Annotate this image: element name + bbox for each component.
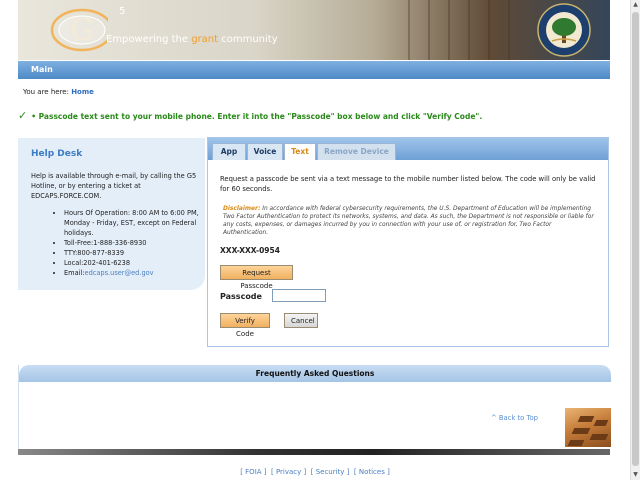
nav-bar: Main [18,61,610,79]
breadcrumb-prefix: You are here: [23,88,72,96]
tab-voice[interactable]: Voice [247,143,283,160]
footer-security-link[interactable]: Security [316,468,345,476]
faq-title: Frequently Asked Questions [255,369,375,378]
breadcrumb: You are here: Home [23,88,94,96]
footer-image-strip [18,449,610,455]
footer-notices-link[interactable]: Notices [359,468,385,476]
help-email-label: Email: [64,269,85,277]
status-text: • Passcode text sent to your mobile phon… [31,112,483,121]
passcode-label: Passcode [220,292,262,301]
disclaimer: Disclaimer: In accordance with federal c… [223,205,595,237]
help-tty: TTY:800-877-8339 [64,248,204,258]
faq-header[interactable]: Frequently Asked Questions [19,365,611,382]
footer-privacy-link[interactable]: Privacy [276,468,301,476]
tagline-accent: grant [191,34,219,45]
breadcrumb-home-link[interactable]: Home [71,88,94,96]
tab-bar: App Voice Text Remove Device [208,138,608,160]
verify-code-button[interactable]: Verify Code [220,313,270,338]
department-seal [537,3,591,57]
classroom-image [565,408,611,447]
scroll-down-arrow-icon[interactable]: ▼ [631,470,640,480]
tab-remove-device[interactable]: Remove Device [317,143,396,160]
help-email: Email:edcaps.user@ed.gov [64,268,204,278]
status-message: ✓ • Passcode text sent to your mobile pho… [18,109,482,122]
footer-links: [ FOIA ] [ Privacy ] [ Security ] [ Noti… [240,468,390,476]
help-tollfree: Toll-Free:1-888-336-8930 [64,238,204,248]
vertical-scrollbar[interactable]: ▲ ▼ [630,0,640,480]
tab-text[interactable]: Text [284,143,316,160]
help-desk-intro: Help is available through e-mail, by cal… [31,172,197,200]
scroll-up-arrow-icon[interactable]: ▲ [631,0,640,10]
help-desk-panel: Help Desk Help is available through e-ma… [18,138,205,290]
tagline-post: community [218,34,278,45]
auth-panel: App Voice Text Remove Device Request a p… [207,137,609,347]
disclaimer-label: Disclaimer: [223,206,261,212]
phone-number: XXX-XXX-0954 [220,246,280,255]
disclaimer-text: In accordance with federal cybersecurity… [223,206,594,236]
tab-app[interactable]: App [212,143,246,160]
nav-title: Main [31,65,53,74]
instructions: Request a passcode be sent via a text me… [220,175,596,193]
tagline-pre: Empowering the [106,34,192,45]
back-to-top-link[interactable]: ^ Back to Top [491,414,538,422]
request-passcode-button[interactable]: Request Passcode [220,265,293,290]
scroll-thumb[interactable] [632,12,639,466]
check-icon: ✓ [18,109,28,122]
footer-foia-link[interactable]: FOIA [245,468,261,476]
faq-section: Frequently Asked Questions ^ Back to Top [18,365,611,449]
tagline: Empowering the grant community [106,34,278,45]
cancel-button[interactable]: Cancel [284,313,318,328]
help-hours: Hours Of Operation: 8:00 AM to 6:00 PM, … [64,208,204,238]
help-email-link[interactable]: edcaps.user@ed.gov [85,269,154,277]
help-desk-title: Help Desk [31,149,83,159]
page: G 5 Empowering the grant community Main … [0,0,630,480]
help-local: Local:202-401-6238 [64,258,204,268]
logo-g-letter: G [70,13,94,48]
passcode-input[interactable] [272,289,326,302]
logo-5: 5 [119,6,126,17]
header-banner: G 5 Empowering the grant community [18,0,610,60]
help-desk-list: Hours Of Operation: 8:00 AM to 6:00 PM, … [56,208,204,278]
g5-logo: G [50,8,108,52]
